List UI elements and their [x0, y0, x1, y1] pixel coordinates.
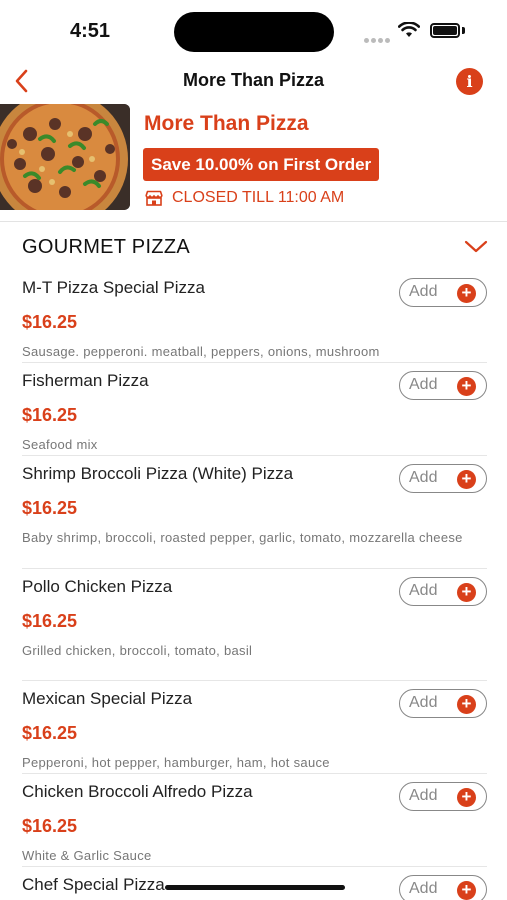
navigation-bar: More Than Pizza i [0, 62, 507, 100]
plus-circle-icon: + [457, 284, 476, 303]
item-description: Baby shrimp, broccoli, roasted pepper, g… [22, 530, 463, 545]
store-status-text: CLOSED TILL 11:00 AM [172, 189, 345, 206]
add-button-label: Add [409, 376, 438, 393]
promo-banner: Save 10.00% on First Order [143, 148, 380, 181]
item-name: Pollo Chicken Pizza [22, 577, 173, 596]
plus-circle-icon: + [457, 377, 476, 396]
plus-circle-icon: + [457, 695, 476, 714]
status-bar: 4:51 [0, 0, 507, 62]
restaurant-header: More Than Pizza Save 10.00% on First Ord… [0, 100, 507, 222]
item-price: $16.25 [22, 816, 78, 836]
item-price: $16.25 [22, 498, 78, 518]
item-description: White & Garlic Sauce [22, 848, 152, 863]
add-button[interactable]: Add + [399, 875, 487, 900]
wifi-icon [398, 22, 420, 37]
store-status: CLOSED TILL 11:00 AM [144, 189, 344, 207]
home-indicator[interactable] [165, 885, 345, 890]
item-name: Mexican Special Pizza [22, 689, 193, 708]
add-button-label: Add [409, 880, 438, 897]
add-button[interactable]: Add + [399, 782, 487, 811]
item-price: $16.25 [22, 723, 78, 743]
status-time: 4:51 [70, 20, 111, 42]
menu-item[interactable]: Shrimp Broccoli Pizza (White) Pizza $16.… [22, 456, 487, 569]
item-name: Chef Special Pizza [22, 875, 165, 894]
add-button-label: Add [409, 694, 438, 711]
item-name: Fisherman Pizza [22, 371, 149, 390]
item-name: Chicken Broccoli Alfredo Pizza [22, 782, 253, 801]
chevron-down-icon[interactable] [464, 240, 488, 254]
item-price: $16.25 [22, 611, 78, 631]
plus-circle-icon: + [457, 788, 476, 807]
item-name: Shrimp Broccoli Pizza (White) Pizza [22, 464, 294, 483]
item-description: Seafood mix [22, 437, 98, 452]
item-price: $16.25 [22, 405, 78, 425]
add-button-label: Add [409, 469, 438, 486]
store-icon [145, 190, 163, 206]
restaurant-image [0, 104, 130, 210]
plus-circle-icon: + [457, 583, 476, 602]
item-price: $16.25 [22, 312, 78, 332]
battery-tip [462, 27, 465, 34]
cellular-signal-icon [364, 30, 392, 48]
add-button[interactable]: Add + [399, 577, 487, 606]
page-title: More Than Pizza [182, 70, 325, 90]
category-title: GOURMET PIZZA [22, 236, 190, 258]
item-description: Pepperoni, hot pepper, hamburger, ham, h… [22, 755, 330, 770]
plus-circle-icon: + [457, 470, 476, 489]
add-button[interactable]: Add + [399, 689, 487, 718]
item-description: Grilled chicken, broccoli, tomato, basil [22, 643, 253, 658]
menu-item[interactable]: Chef Special Pizza Add + [22, 867, 487, 900]
add-button[interactable]: Add + [399, 371, 487, 400]
menu-item[interactable]: Chicken Broccoli Alfredo Pizza $16.25 Wh… [22, 774, 487, 867]
menu-item[interactable]: Mexican Special Pizza $16.25 Pepperoni, … [22, 681, 487, 774]
category-header-gourmet-pizza[interactable]: GOURMET PIZZA [0, 222, 507, 270]
menu-item[interactable]: M-T Pizza Special Pizza $16.25 Sausage. … [22, 270, 487, 363]
add-button-label: Add [409, 582, 438, 599]
dynamic-island [174, 12, 334, 52]
add-button[interactable]: Add + [399, 464, 487, 493]
menu-item[interactable]: Pollo Chicken Pizza $16.25 Grilled chick… [22, 569, 487, 681]
add-button-label: Add [409, 787, 438, 804]
info-icon[interactable]: i [456, 68, 483, 95]
item-description: Sausage. pepperoni. meatball, peppers, o… [22, 344, 380, 359]
item-name: M-T Pizza Special Pizza [22, 278, 205, 297]
menu-item[interactable]: Fisherman Pizza $16.25 Seafood mix Add + [22, 363, 487, 456]
battery-icon [430, 23, 460, 38]
add-button-label: Add [409, 283, 438, 300]
plus-circle-icon: + [457, 881, 476, 900]
add-button[interactable]: Add + [399, 278, 487, 307]
restaurant-name: More Than Pizza [144, 112, 309, 135]
